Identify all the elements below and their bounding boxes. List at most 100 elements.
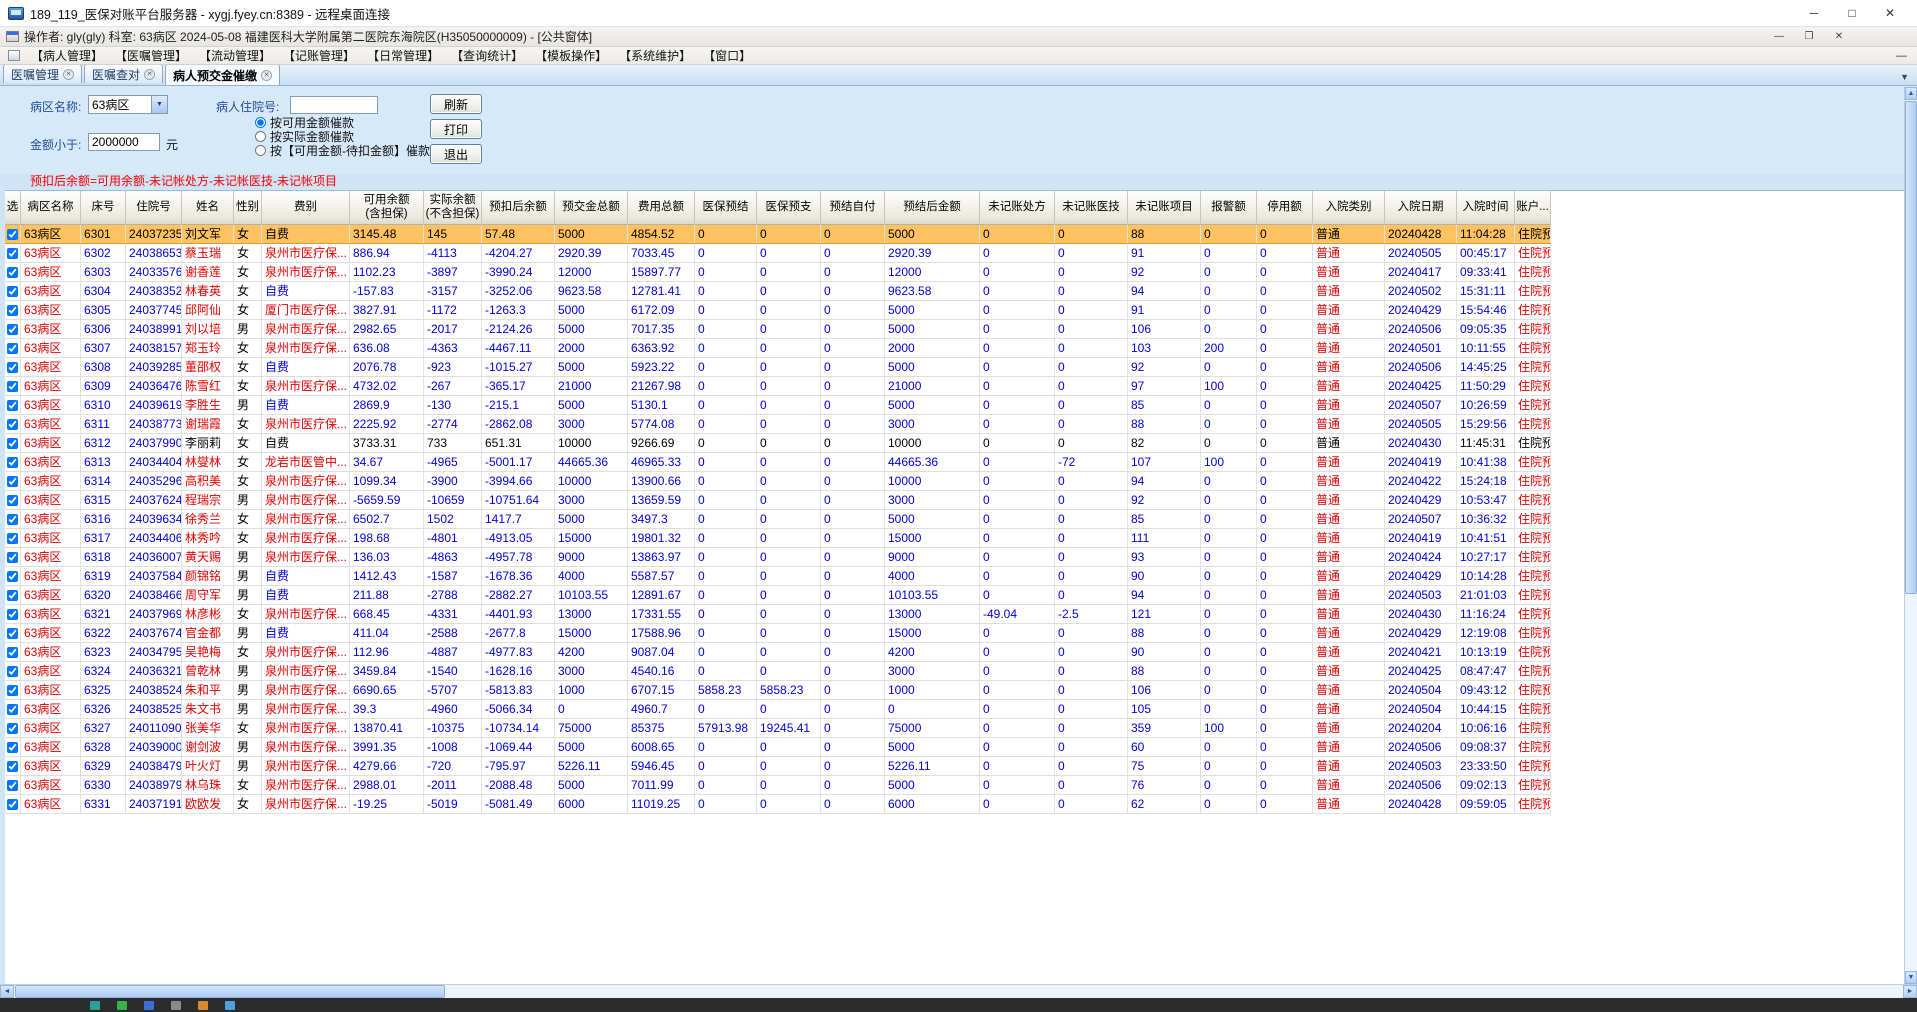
row-select-checkbox[interactable] — [7, 494, 18, 506]
row-select-checkbox[interactable] — [7, 532, 18, 544]
table-row[interactable]: 63病区 6307 24038157 郑玉玲女泉州市医疗保... 636.08 -4363… — [5, 339, 1551, 358]
column-header-fee-total[interactable]: 费用总额 — [628, 191, 695, 225]
row-select-checkbox[interactable] — [7, 646, 18, 658]
column-header-avail-balance[interactable]: 可用余额 (含担保) — [350, 191, 424, 225]
taskbar-icon[interactable] — [144, 1000, 154, 1010]
row-select-checkbox[interactable] — [7, 703, 18, 715]
table-row[interactable]: 63病区 6318 24036007 黄天赐男泉州市医疗保... 136.03 -4863… — [5, 548, 1551, 567]
table-row[interactable]: 63病区 6303 24033576 谢香莲女泉州市医疗保... 1102.23 -389… — [5, 263, 1551, 282]
menu-item-5[interactable]: 【日常管理】 — [361, 46, 445, 65]
column-header-adm-type[interactable]: 入院类别 — [1313, 191, 1385, 225]
column-header-prepay-total[interactable]: 预交金总额 — [555, 191, 628, 225]
mdi-minimize-icon[interactable]: — — [1771, 31, 1787, 42]
scroll-up-icon[interactable]: ▲ — [1905, 87, 1917, 100]
table-row[interactable]: 63病区 6331 24037191 欧欧发女泉州市医疗保... -19.25 -5019… — [5, 795, 1551, 814]
column-header-fee-type[interactable]: 费别 — [262, 191, 350, 225]
row-select-checkbox[interactable] — [7, 304, 18, 316]
table-row[interactable]: 63病区 6320 24038466 周守军男自费 211.88 -2788 -2882.2… — [5, 586, 1551, 605]
column-header-after-hold-balance[interactable]: 预扣后余额 — [482, 191, 555, 225]
table-row[interactable]: 63病区 6309 24036476 陈雪红女泉州市医疗保... 4732.02 -267… — [5, 377, 1551, 396]
row-select-checkbox[interactable] — [7, 589, 18, 601]
table-row[interactable]: 63病区 6308 24039285 董邵权女自费 2076.78 -923 -1015.2… — [5, 358, 1551, 377]
table-row[interactable]: 63病区 6311 24038773 谢瑞霞女泉州市医疗保... 2225.92 -277… — [5, 415, 1551, 434]
table-row[interactable]: 63病区 6323 24034795 吴艳梅女泉州市医疗保... 112.96 -4887… — [5, 643, 1551, 662]
table-row[interactable]: 63病区 6306 24038991 刘以培男泉州市医疗保... 2982.65 -201… — [5, 320, 1551, 339]
column-header-ins-presettle[interactable]: 医保预结 — [695, 191, 757, 225]
column-header-actual-balance[interactable]: 实际余额 (不含担保) — [424, 191, 482, 225]
row-select-checkbox[interactable] — [7, 228, 18, 240]
menu-item-7[interactable]: 【模板操作】 — [529, 46, 613, 65]
row-select-checkbox[interactable] — [7, 247, 18, 259]
row-select-checkbox[interactable] — [7, 798, 18, 810]
table-row[interactable]: 63病区 6329 24038479 叶火灯男泉州市医疗保... 4279.66 -720… — [5, 757, 1551, 776]
taskbar-icon[interactable] — [171, 1000, 181, 1010]
row-select-checkbox[interactable] — [7, 399, 18, 411]
taskbar-icon[interactable] — [198, 1000, 208, 1010]
row-select-checkbox[interactable] — [7, 418, 18, 430]
table-row[interactable]: 63病区 6302 24038653 蔡玉瑞女泉州市医疗保... 886.94 -4113… — [5, 244, 1551, 263]
row-select-checkbox[interactable] — [7, 456, 18, 468]
menu-item-1[interactable]: 【病人管理】 — [25, 46, 109, 65]
column-header-adm-date[interactable]: 入院日期 — [1385, 191, 1457, 225]
column-header-stop-amount[interactable]: 停用额 — [1257, 191, 1313, 225]
row-select-checkbox[interactable] — [7, 513, 18, 525]
row-select-checkbox[interactable] — [7, 627, 18, 639]
column-header-adm-time[interactable]: 入院时间 — [1457, 191, 1515, 225]
mdi-restore-icon[interactable]: ❐ — [1801, 31, 1817, 42]
column-header-select[interactable]: 选 — [5, 191, 21, 225]
row-select-checkbox[interactable] — [7, 266, 18, 278]
ward-select[interactable]: 63病区 ▼ — [88, 95, 168, 114]
patient-no-input[interactable] — [290, 96, 378, 114]
horizontal-scrollbar-thumb[interactable] — [15, 985, 445, 998]
amount-input[interactable] — [88, 133, 160, 151]
column-header-account[interactable]: 账户... — [1515, 191, 1551, 225]
column-header-ins-advance[interactable]: 医保预支 — [757, 191, 821, 225]
row-select-checkbox[interactable] — [7, 475, 18, 487]
refresh-button[interactable]: 刷新 — [430, 94, 482, 114]
horizontal-scrollbar[interactable]: ◄ ► — [0, 984, 1917, 998]
table-row[interactable]: 63病区 6324 24036321 曾乾林男泉州市医疗保... 3459.84 -154… — [5, 662, 1551, 681]
radio-input[interactable] — [255, 131, 266, 142]
table-row[interactable]: 63病区 6326 24038525 朱文书男泉州市医疗保... 39.3 -4960 -5… — [5, 700, 1551, 719]
column-header-name[interactable]: 姓名 — [182, 191, 234, 225]
menu-item-8[interactable]: 【系统维护】 — [613, 46, 697, 65]
table-row[interactable]: 63病区 6316 24039634 徐秀兰女泉州市医疗保... 6502.7 1502 1… — [5, 510, 1551, 529]
table-row[interactable]: 63病区 6310 24039619 李胜生男自费 2869.9 -130 -215.1 50… — [5, 396, 1551, 415]
tab-close-icon[interactable]: ✕ — [261, 69, 273, 81]
tab-close-icon[interactable]: ✕ — [144, 68, 156, 80]
taskbar-icon[interactable] — [117, 1000, 127, 1010]
table-row[interactable]: 63病区 6301 24037235 刘文军女自费 3145.48 145 57.48 500… — [5, 225, 1551, 244]
mdi-close-icon[interactable]: ✕ — [1831, 31, 1847, 42]
row-select-checkbox[interactable] — [7, 570, 18, 582]
table-row[interactable]: 63病区 6305 24037745 邱阿仙女厦门市医疗保... 3827.91 -117… — [5, 301, 1551, 320]
table-row[interactable]: 63病区 6322 24037674 官金都男自费 411.04 -2588 -2677.8… — [5, 624, 1551, 643]
exit-button[interactable]: 退出 — [430, 144, 482, 164]
row-select-checkbox[interactable] — [7, 760, 18, 772]
row-select-checkbox[interactable] — [7, 323, 18, 335]
maximize-icon[interactable]: □ — [1833, 1, 1871, 26]
row-select-checkbox[interactable] — [7, 741, 18, 753]
row-select-checkbox[interactable] — [7, 437, 18, 449]
row-select-checkbox[interactable] — [7, 779, 18, 791]
column-header-admission-no[interactable]: 住院号 — [126, 191, 182, 225]
tab-1[interactable]: 医嘱管理 ✕ — [3, 65, 83, 83]
table-row[interactable]: 63病区 6317 24034406 林秀吟女泉州市医疗保... 198.68 -4801… — [5, 529, 1551, 548]
table-row[interactable]: 63病区 6325 24038524 朱和平男泉州市医疗保... 6690.65 -570… — [5, 681, 1551, 700]
column-header-bed[interactable]: 床号 — [81, 191, 126, 225]
row-select-checkbox[interactable] — [7, 608, 18, 620]
column-header-alarm-amount[interactable]: 报警额 — [1201, 191, 1257, 225]
table-row[interactable]: 63病区 6304 24038352 林春英女自费 -157.83 -3157 -3252.… — [5, 282, 1551, 301]
row-select-checkbox[interactable] — [7, 684, 18, 696]
tab-overflow-icon[interactable]: ▼ — [1900, 72, 1915, 85]
row-select-checkbox[interactable] — [7, 285, 18, 297]
taskbar-icon[interactable] — [225, 1000, 235, 1010]
menu-item-2[interactable]: 【医嘱管理】 — [109, 46, 193, 65]
menu-item-6[interactable]: 【查询统计】 — [445, 46, 529, 65]
menu-item-9[interactable]: 【窗口】 — [697, 46, 757, 65]
print-button[interactable]: 打印 — [430, 119, 482, 139]
radio-input[interactable] — [255, 117, 266, 128]
table-row[interactable]: 63病区 6319 24037584 颜锦铭男自费 1412.43 -1587 -1678.… — [5, 567, 1551, 586]
row-select-checkbox[interactable] — [7, 551, 18, 563]
column-header-sex[interactable]: 性别 — [234, 191, 262, 225]
scroll-down-icon[interactable]: ▼ — [1905, 971, 1917, 984]
